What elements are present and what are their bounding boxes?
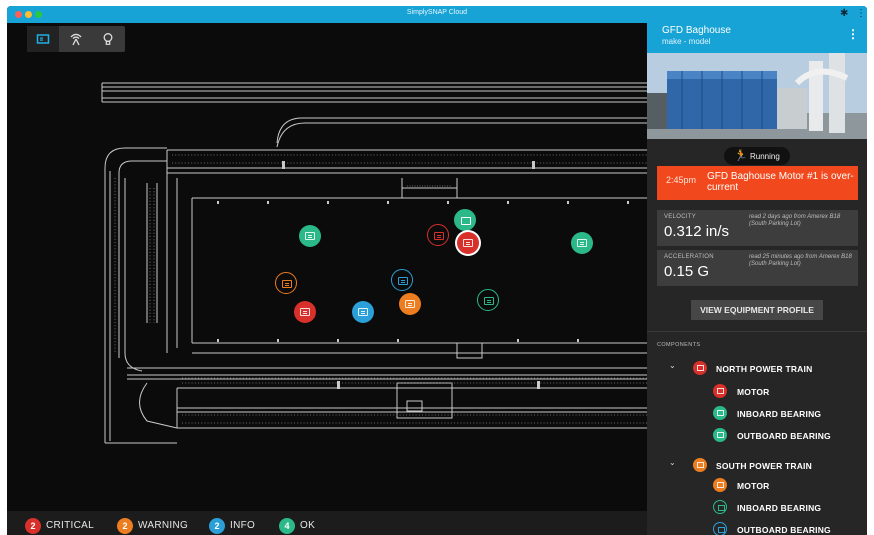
ok-status-icon bbox=[713, 500, 727, 514]
sensor-marker-info[interactable] bbox=[352, 301, 374, 323]
metric-note: read 25 minutes ago from Amerex B18 (Sou… bbox=[749, 254, 852, 267]
ok-label: OK bbox=[300, 520, 316, 532]
sensor-marker-ok[interactable] bbox=[454, 209, 476, 231]
alert-time: 2:45pm bbox=[666, 175, 697, 185]
equipment-photo bbox=[647, 53, 867, 139]
warning-status-icon bbox=[713, 478, 727, 492]
metric-label: VELOCITY bbox=[664, 214, 697, 220]
alert-banner[interactable]: 2:45pm GFD Baghouse Motor #1 is over-cur… bbox=[657, 166, 858, 200]
component-name: INBOARD BEARING bbox=[737, 409, 822, 419]
facility-map[interactable] bbox=[7, 23, 647, 511]
chevron-down-icon[interactable]: ⌄ bbox=[669, 458, 676, 467]
legend-critical[interactable]: 2 CRITICAL bbox=[25, 517, 94, 534]
window-title: SimplySNAP Cloud bbox=[406, 9, 468, 16]
ok-status-icon bbox=[713, 428, 727, 442]
running-status-badge: 🏃 Running bbox=[724, 147, 790, 165]
running-person-icon: 🏃 bbox=[734, 150, 748, 162]
legend-ok[interactable]: 4 OK bbox=[279, 517, 316, 534]
sensor-marker-ok[interactable] bbox=[477, 289, 499, 311]
component-name: OUTBOARD BEARING bbox=[737, 431, 831, 441]
critical-status-icon bbox=[693, 361, 707, 375]
app-window: SimplySNAP Cloud ✱ ⋮ 2 CRITICAL 2 WARNIN… bbox=[7, 6, 867, 535]
ok-count: 4 bbox=[279, 517, 295, 534]
panel-header: GFD Baghouse make - model ⋮ bbox=[647, 23, 867, 53]
puzzle-icon[interactable]: ✱ bbox=[840, 8, 848, 19]
info-label: INFO bbox=[230, 520, 256, 532]
title-bar: SimplySNAP Cloud ✱ ⋮ bbox=[7, 6, 867, 23]
sensor-marker-critical[interactable] bbox=[427, 224, 449, 246]
legend-warning[interactable]: 2 WARNING bbox=[117, 517, 189, 534]
alert-message: GFD Baghouse Motor #1 is over-current bbox=[707, 171, 854, 193]
component-name: NORTH POWER TRAIN bbox=[716, 364, 813, 374]
equipment-subtitle: make - model bbox=[662, 37, 711, 46]
component-name: OUTBOARD BEARING bbox=[737, 525, 831, 535]
sensor-marker-info[interactable] bbox=[391, 269, 413, 291]
component-name: MOTOR bbox=[737, 387, 770, 397]
chevron-down-icon[interactable]: ⌄ bbox=[669, 361, 676, 370]
critical-count: 2 bbox=[25, 517, 41, 534]
status-text: Running bbox=[750, 152, 780, 161]
components-heading: COMPONENTS bbox=[657, 342, 701, 348]
metric-value: 0.312 in/s bbox=[664, 223, 730, 240]
equipment-title: GFD Baghouse bbox=[662, 25, 731, 36]
sensor-marker-warning[interactable] bbox=[399, 293, 421, 315]
sensor-marker-warning[interactable] bbox=[275, 272, 297, 294]
component-name: MOTOR bbox=[737, 481, 770, 491]
acceleration-metric-card: ACCELERATION 0.15 G read 25 minutes ago … bbox=[657, 250, 858, 286]
info-count: 2 bbox=[209, 517, 225, 534]
metric-note: read 2 days ago from Amerex B18 (South P… bbox=[749, 214, 841, 227]
sensor-marker-ok[interactable] bbox=[571, 232, 593, 254]
component-name: SOUTH POWER TRAIN bbox=[716, 461, 812, 471]
more-icon[interactable]: ⋮ bbox=[856, 8, 866, 19]
legend-info[interactable]: 2 INFO bbox=[209, 517, 256, 534]
sensor-marker-critical[interactable] bbox=[294, 301, 316, 323]
warning-label: WARNING bbox=[138, 520, 189, 532]
warning-count: 2 bbox=[117, 517, 133, 534]
critical-label: CRITICAL bbox=[46, 520, 94, 532]
panel-menu-icon[interactable]: ⋮ bbox=[847, 27, 859, 41]
ok-status-icon bbox=[713, 406, 727, 420]
equipment-detail-panel: GFD Baghouse make - model ⋮ 🏃 Running 2:… bbox=[647, 23, 867, 535]
sensor-marker-ok[interactable] bbox=[299, 225, 321, 247]
velocity-metric-card: VELOCITY 0.312 in/s read 2 days ago from… bbox=[657, 210, 858, 246]
warning-status-icon bbox=[693, 458, 707, 472]
component-name: INBOARD BEARING bbox=[737, 503, 822, 513]
critical-status-icon bbox=[713, 384, 727, 398]
sensor-marker-critical-selected[interactable] bbox=[457, 232, 479, 254]
info-status-icon bbox=[713, 522, 727, 535]
metric-value: 0.15 G bbox=[664, 263, 710, 280]
view-equipment-profile-button[interactable]: VIEW EQUIPMENT PROFILE bbox=[691, 300, 823, 320]
status-legend-bar: 2 CRITICAL 2 WARNING 2 INFO 4 OK bbox=[7, 511, 647, 535]
metric-label: ACCELERATION bbox=[664, 254, 714, 260]
divider bbox=[647, 331, 867, 332]
